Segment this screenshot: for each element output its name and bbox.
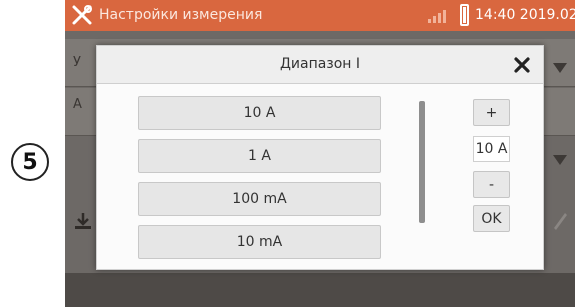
range-option-10a[interactable]: 10 A [138, 96, 381, 130]
dialog-header: Диапазон I [97, 46, 543, 84]
chevron-down-icon [553, 63, 567, 73]
screen-title: Настройки измерения [99, 7, 263, 23]
pencil-icon [554, 213, 567, 230]
ok-button[interactable]: OK [473, 205, 510, 232]
background-label: У [73, 55, 81, 70]
bottom-toolbar [65, 273, 575, 307]
download-icon [75, 213, 91, 229]
device-screen: Настройки измерения 14:40 2019.02.10 У А… [65, 0, 575, 307]
settings-tools-icon[interactable] [70, 3, 94, 27]
increase-button[interactable]: + [473, 99, 510, 126]
close-icon [514, 57, 530, 73]
decrease-button[interactable]: - [473, 171, 510, 198]
datetime: 14:40 2019.02.10 [475, 7, 575, 23]
background-label: А [73, 97, 82, 112]
current-range-value: 10 A [473, 136, 510, 162]
range-option-10ma[interactable]: 10 mA [138, 225, 381, 259]
scrollbar[interactable] [419, 101, 425, 223]
status-bar: Настройки измерения 14:40 2019.02.10 [65, 0, 575, 31]
dialog-title: Диапазон I [279, 56, 361, 72]
range-dialog: Диапазон I 10 A 1 A 100 mA 10 mA + 10 A … [96, 45, 544, 270]
range-option-100ma[interactable]: 100 mA [138, 182, 381, 216]
close-button[interactable] [509, 52, 535, 78]
step-marker: 5 [11, 143, 49, 181]
signal-icon [428, 10, 446, 23]
range-option-1a[interactable]: 1 A [138, 139, 381, 173]
battery-icon [460, 4, 469, 26]
chevron-down-icon [553, 155, 567, 165]
